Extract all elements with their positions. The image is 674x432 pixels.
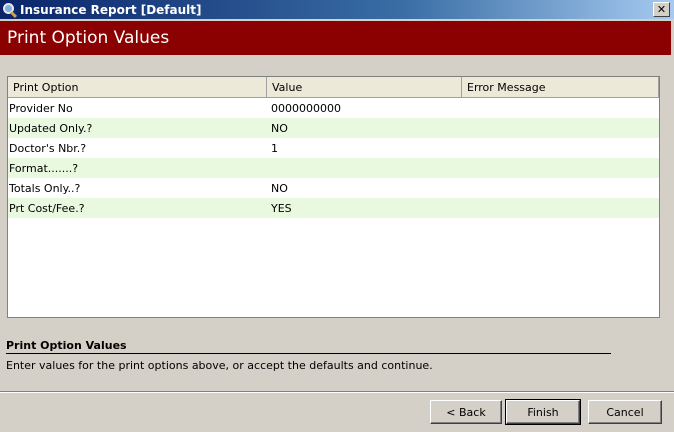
print-options-grid[interactable]: Print Option Value Error Message Provide… (7, 76, 660, 318)
value-cell[interactable]: YES (267, 198, 462, 218)
error-cell (462, 118, 659, 138)
table-row[interactable]: Prt Cost/Fee.? YES (8, 198, 659, 218)
option-cell: Prt Cost/Fee.? (9, 201, 85, 215)
value-cell[interactable] (267, 158, 462, 178)
option-cell: Provider No (9, 101, 73, 115)
magnifier-icon (3, 2, 18, 18)
value-cell[interactable]: 1 (267, 138, 462, 158)
table-row[interactable]: Provider No 0000000000 (8, 98, 659, 118)
close-button[interactable]: ✕ (653, 2, 670, 17)
help-title: Print Option Values (6, 339, 127, 352)
grid-header: Print Option Value Error Message (8, 77, 659, 98)
table-row[interactable]: Doctor's Nbr.? 1 (8, 138, 659, 158)
option-cell: Totals Only..? (9, 181, 81, 195)
error-cell (462, 138, 659, 158)
value-cell[interactable]: 0000000000 (267, 98, 462, 118)
window-title-bar[interactable]: Insurance Report [Default] ✕ (0, 0, 674, 19)
error-cell (462, 98, 659, 118)
cancel-button[interactable]: Cancel (588, 400, 662, 424)
window-title: Insurance Report [Default] (20, 2, 202, 17)
help-text: Enter values for the print options above… (6, 359, 433, 372)
option-cell: Updated Only.? (9, 121, 93, 135)
table-row[interactable]: Updated Only.? NO (8, 118, 659, 138)
option-cell: Doctor's Nbr.? (9, 141, 87, 155)
column-header-value[interactable]: Value (267, 77, 462, 97)
error-cell (462, 158, 659, 178)
table-row[interactable]: Format.......? (8, 158, 659, 178)
back-button[interactable]: < Back (430, 400, 502, 424)
page-title: Print Option Values (7, 28, 170, 48)
option-cell: Format.......? (9, 161, 79, 175)
help-divider (6, 353, 611, 354)
value-cell[interactable]: NO (267, 178, 462, 198)
table-row[interactable]: Totals Only..? NO (8, 178, 659, 198)
value-cell[interactable]: NO (267, 118, 462, 138)
column-header-error-message[interactable]: Error Message (462, 77, 659, 97)
column-header-print-option[interactable]: Print Option (8, 77, 267, 97)
error-cell (462, 198, 659, 218)
finish-button[interactable]: Finish (505, 399, 581, 425)
error-cell (462, 178, 659, 198)
page-header: Print Option Values (0, 21, 671, 55)
